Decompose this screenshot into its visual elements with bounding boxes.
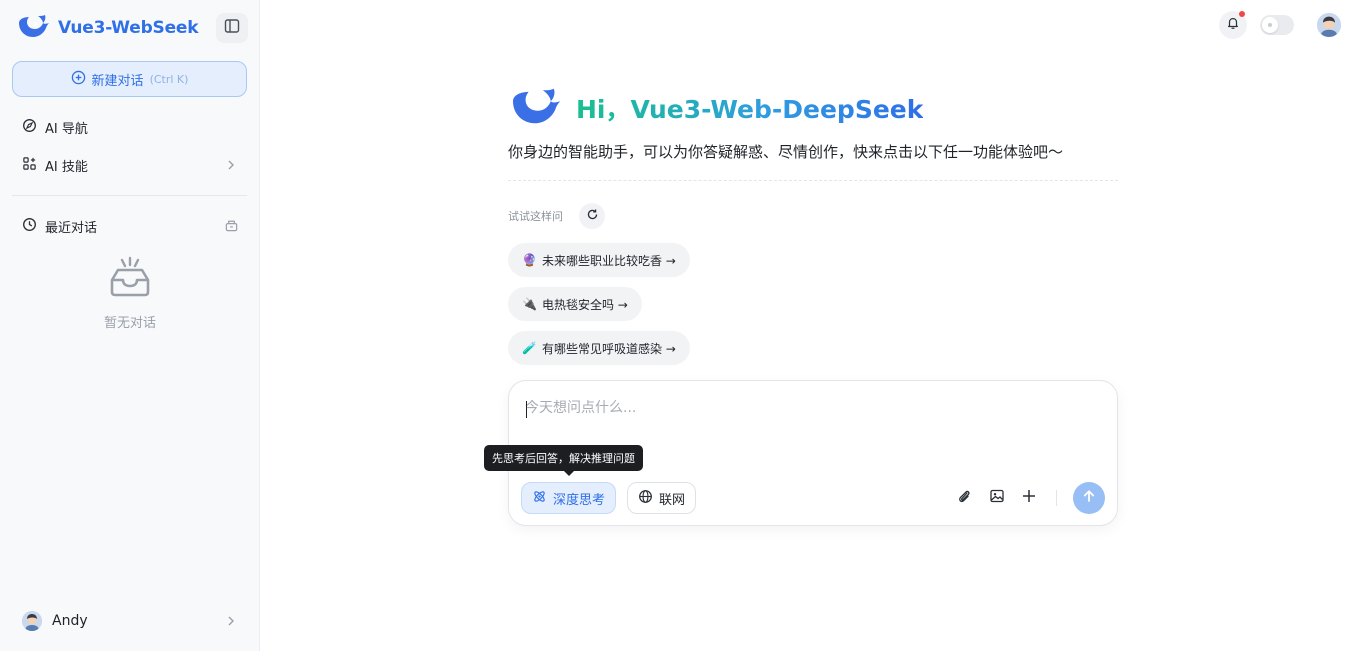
web-search-label: 联网 bbox=[659, 492, 686, 508]
recent-chats-header: 最近对话 bbox=[12, 208, 247, 244]
page-title: Hi，Vue3-Web-DeepSeek bbox=[576, 90, 923, 126]
attach-file-button[interactable] bbox=[954, 488, 974, 508]
notification-button[interactable] bbox=[1219, 11, 1247, 39]
empty-state: 暂无对话 bbox=[0, 256, 260, 331]
compass-icon bbox=[22, 118, 37, 137]
atom-icon bbox=[532, 489, 547, 508]
suggestion-chip[interactable]: 🔮 未来哪些职业比较吃香 → bbox=[508, 243, 690, 277]
text-caret bbox=[526, 401, 527, 418]
toolbar-separator bbox=[1056, 490, 1057, 506]
hero: Hi，Vue3-Web-DeepSeek bbox=[508, 84, 923, 132]
deep-think-toggle[interactable]: 深度思考 bbox=[521, 482, 617, 514]
clear-history-icon[interactable] bbox=[224, 218, 239, 237]
recent-chats-label: 最近对话 bbox=[45, 220, 98, 236]
suggestion-chip[interactable]: 🧪 有哪些常见呼吸道感染 → bbox=[508, 331, 690, 365]
user-name: Andy bbox=[52, 613, 88, 629]
plus-icon bbox=[1021, 488, 1037, 508]
plus-circle-icon bbox=[71, 70, 86, 89]
whale-logo-icon bbox=[508, 84, 562, 132]
sidebar: Vue3-WebSeek 新建对话 (Ctrl K) AI 导航 AI 技能 最… bbox=[0, 0, 260, 651]
globe-icon bbox=[638, 489, 653, 508]
new-chat-button[interactable]: 新建对话 (Ctrl K) bbox=[12, 61, 247, 97]
theme-toggle[interactable] bbox=[1260, 15, 1294, 35]
sidebar-toggle-icon bbox=[224, 18, 240, 38]
new-chat-shortcut: (Ctrl K) bbox=[149, 72, 189, 86]
suggestion-chip[interactable]: 🔌 电热毯安全吗 → bbox=[508, 287, 642, 321]
deep-think-label: 深度思考 bbox=[553, 492, 606, 508]
brand[interactable]: Vue3-WebSeek bbox=[16, 12, 199, 44]
nav-item-label: AI 导航 bbox=[45, 121, 88, 137]
send-button[interactable] bbox=[1073, 482, 1105, 514]
header-avatar[interactable] bbox=[1317, 13, 1341, 37]
chevron-right-icon bbox=[225, 614, 237, 632]
test-tube-icon: 🧪 bbox=[522, 341, 537, 355]
page-subtitle: 你身边的智能助手，可以为你答疑解惑、尽情创作，快来点击以下任一功能体验吧～ bbox=[508, 143, 1064, 161]
refresh-icon bbox=[586, 208, 599, 225]
empty-state-text: 暂无对话 bbox=[103, 316, 156, 331]
notification-badge bbox=[1239, 11, 1245, 17]
section-divider bbox=[508, 180, 1118, 181]
suggestion-text: 未来哪些职业比较吃香 → bbox=[541, 253, 676, 268]
sun-icon bbox=[1262, 17, 1278, 33]
nav-item-ai-skills[interactable]: AI 技能 bbox=[12, 147, 247, 183]
image-icon bbox=[989, 488, 1005, 508]
user-profile[interactable]: Andy bbox=[12, 604, 247, 638]
suggestions-label: 试试这样问 bbox=[508, 210, 563, 223]
paperclip-icon bbox=[956, 488, 972, 508]
avatar bbox=[22, 611, 42, 631]
clock-icon bbox=[22, 217, 37, 236]
apps-icon bbox=[22, 156, 37, 175]
collapse-sidebar-button[interactable] bbox=[216, 13, 248, 43]
suggestion-text: 有哪些常见呼吸道感染 → bbox=[541, 341, 676, 356]
suggestion-text: 电热毯安全吗 → bbox=[541, 297, 628, 312]
bell-icon bbox=[1226, 16, 1240, 34]
new-chat-label: 新建对话 bbox=[91, 73, 144, 89]
nav-item-label: AI 技能 bbox=[45, 159, 88, 175]
more-tools-button[interactable] bbox=[1019, 488, 1039, 508]
chevron-right-icon bbox=[225, 158, 237, 176]
plug-icon: 🔌 bbox=[522, 297, 537, 311]
deep-think-tooltip: 先思考后回答，解决推理问题 bbox=[484, 445, 643, 476]
upload-image-button[interactable] bbox=[987, 488, 1007, 508]
chat-input[interactable] bbox=[525, 397, 1095, 437]
whale-logo-icon bbox=[16, 12, 50, 44]
crystal-ball-icon: 🔮 bbox=[522, 253, 537, 267]
arrow-up-icon bbox=[1081, 488, 1097, 508]
sidebar-divider bbox=[12, 195, 247, 196]
nav-item-ai-navigation[interactable]: AI 导航 bbox=[12, 109, 247, 145]
empty-inbox-icon bbox=[108, 256, 152, 302]
web-search-toggle[interactable]: 联网 bbox=[627, 482, 697, 514]
refresh-suggestions-button[interactable] bbox=[579, 203, 605, 229]
brand-name: Vue3-WebSeek bbox=[58, 18, 199, 38]
